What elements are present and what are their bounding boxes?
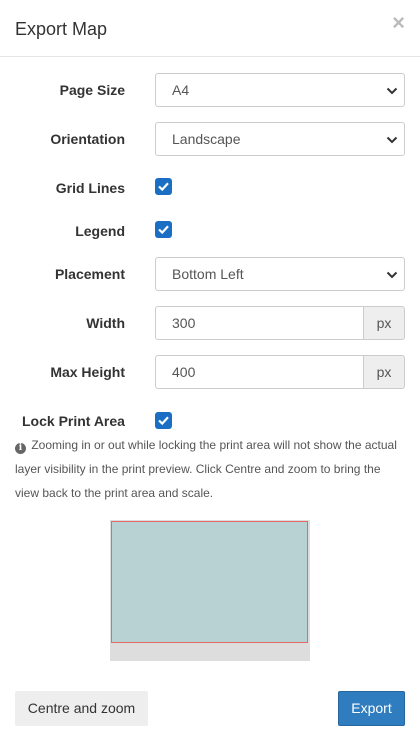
orientation-select[interactable]: Landscape xyxy=(155,122,405,156)
placement-select[interactable]: Bottom Left xyxy=(155,257,405,291)
export-map-dialog: Export Map × Page Size A4 Orientation La… xyxy=(0,0,420,749)
dialog-header: Export Map × xyxy=(0,0,420,57)
width-input[interactable]: 300 xyxy=(155,306,364,340)
orientation-label: Orientation xyxy=(50,131,125,147)
page-size-value: A4 xyxy=(172,82,190,98)
checkmark-icon xyxy=(158,182,169,192)
max-height-input[interactable]: 400 xyxy=(155,355,364,389)
max-height-input-group: 400 px xyxy=(155,355,405,389)
lock-print-area-label: Lock Print Area xyxy=(22,413,125,429)
export-button[interactable]: Export xyxy=(338,691,405,726)
orientation-value: Landscape xyxy=(172,131,241,147)
max-height-label: Max Height xyxy=(50,364,125,380)
page-size-label: Page Size xyxy=(59,82,125,98)
lock-print-area-checkbox[interactable] xyxy=(155,412,172,429)
dialog-title: Export Map xyxy=(15,19,108,39)
checkmark-icon xyxy=(158,416,169,426)
info-circle-icon: i xyxy=(15,443,26,454)
legend-checkbox[interactable] xyxy=(155,221,172,238)
grid-lines-label: Grid Lines xyxy=(55,180,125,196)
width-unit: px xyxy=(363,306,405,340)
centre-and-zoom-button[interactable]: Centre and zoom xyxy=(15,691,148,726)
close-button[interactable]: × xyxy=(392,12,405,34)
chevron-down-icon xyxy=(386,87,398,95)
placement-value: Bottom Left xyxy=(172,266,244,282)
width-input-group: 300 px xyxy=(155,306,405,340)
chevron-down-icon xyxy=(386,271,398,279)
width-label: Width xyxy=(86,315,125,331)
info-message: i Zooming in or out while locking the pr… xyxy=(15,433,400,505)
info-message-text: Zooming in or out while locking the prin… xyxy=(15,438,397,500)
print-preview xyxy=(110,520,310,661)
placement-label: Placement xyxy=(54,266,125,282)
checkmark-icon xyxy=(158,225,169,235)
max-height-unit: px xyxy=(363,355,405,389)
page-size-select[interactable]: A4 xyxy=(155,73,405,107)
chevron-down-icon xyxy=(386,136,398,144)
grid-lines-checkbox[interactable] xyxy=(155,178,172,195)
print-area-frame[interactable] xyxy=(111,521,308,643)
legend-label: Legend xyxy=(75,223,125,239)
